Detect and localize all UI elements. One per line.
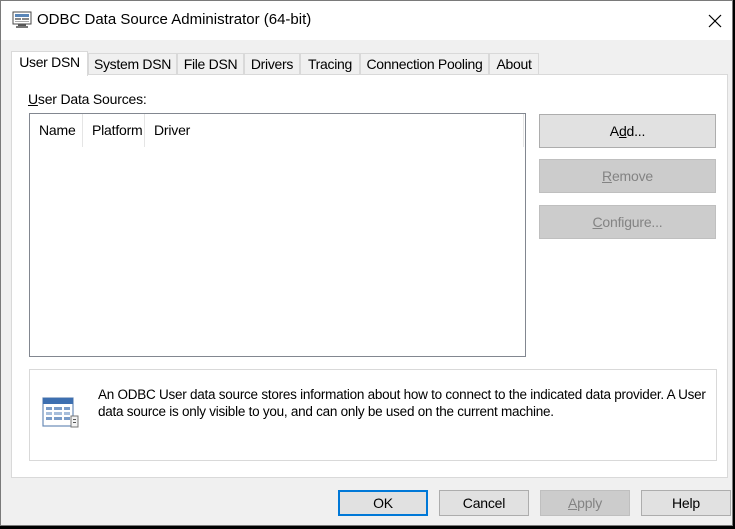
tab-about[interactable]: About [489,53,539,75]
tab-system-dsn[interactable]: System DSN [88,53,177,75]
tab-connection-pooling[interactable]: Connection Pooling [360,53,489,75]
tab-file-dsn[interactable]: File DSN [177,53,244,75]
apply-button[interactable]: Apply [540,490,630,516]
tab-user-dsn[interactable]: User DSN [11,51,88,76]
close-button[interactable] [698,1,732,40]
add-label-post: d... [626,123,646,139]
column-header-platform[interactable]: Platform [83,114,145,147]
add-button[interactable]: Ad d... [539,114,716,148]
info-text: An ODBC User data source stores informat… [98,387,706,419]
apply-label-rest: pply [577,495,603,511]
configure-button[interactable]: Configure... [539,205,716,239]
label-rest: ser Data Sources: [37,91,147,107]
odbc-admin-window: ODBC Data Source Administrator (64-bit) … [0,0,733,526]
tab-tracing[interactable]: Tracing [300,53,360,75]
odbc-admin-icon [12,11,32,28]
close-icon [708,14,722,27]
add-label-pre: A [609,123,619,139]
remove-label-mnemonic: R [602,168,612,184]
cancel-button[interactable]: Cancel [439,490,529,516]
user-data-sources-label: User Data Sources: [28,91,147,107]
remove-label-post: emove [611,168,653,184]
remove-button[interactable]: Remove [539,159,716,193]
mnemonic-u: U [28,91,38,107]
title-bar: ODBC Data Source Administrator (64-bit) [1,1,732,40]
tab-drivers[interactable]: Drivers [244,53,300,75]
configure-label-post: onfigure... [602,214,663,230]
info-box: An ODBC User data source stores informat… [29,369,717,461]
configure-label-mnemonic: C [592,214,603,230]
data-source-icon [42,397,79,428]
add-label-mnemonic: d [618,123,627,139]
column-header-driver[interactable]: Driver [145,114,524,147]
column-header-name[interactable]: Name [30,114,83,147]
ok-button[interactable]: OK [338,490,428,516]
help-button[interactable]: Help [641,490,731,516]
user-data-sources-list[interactable]: Name Platform Driver [29,113,526,357]
apply-label-mnemonic: A [567,495,578,511]
window-title: ODBC Data Source Administrator (64-bit) [37,11,312,28]
user-dsn-panel: User Data Sources: Name Platform Driver … [11,74,728,478]
